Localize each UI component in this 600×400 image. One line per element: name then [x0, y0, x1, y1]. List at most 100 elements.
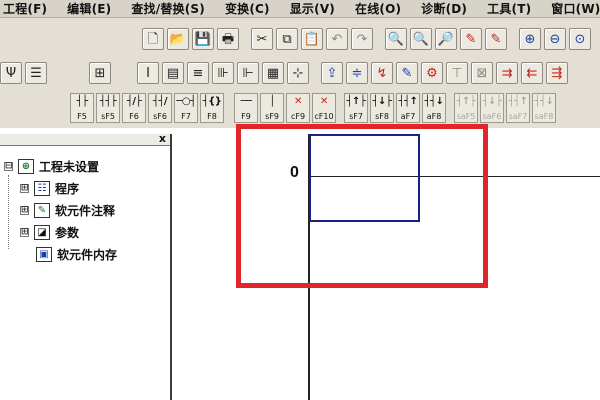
- forced-icon[interactable]: ⊠: [471, 62, 493, 84]
- menu-convert[interactable]: 变换(C): [224, 0, 271, 17]
- close-icon[interactable]: x: [159, 133, 166, 145]
- stop-icon[interactable]: ⇇: [521, 62, 543, 84]
- device-comment-icon: ✎: [34, 202, 50, 218]
- disabled-key-saF5[interactable]: ┤↑├ saF5: [454, 93, 478, 123]
- comment-icon[interactable]: Ⅰ: [137, 62, 159, 84]
- expand-icon[interactable]: ⊞: [20, 183, 29, 193]
- alias-icon[interactable]: ⊩: [237, 62, 259, 84]
- device-memory-icon: ▣: [36, 246, 52, 262]
- collapse-icon[interactable]: ⊟: [4, 161, 13, 171]
- expand-icon[interactable]: ⊞: [20, 227, 29, 237]
- program-toolbar: Ψ ☰ ⊞ Ⅰ ▤ ≡ ⊪ ⊩ ▦ ⊹ ⇪ ≑ ↯ ✎ ⚙ ⊤ ⊠ ⇉ ⇇ ⇶: [0, 58, 580, 88]
- find-step-icon[interactable]: 🔎: [435, 28, 457, 50]
- tree-item-device-memory[interactable]: ▣ 软元件内存: [36, 244, 117, 264]
- tree-item-label: 程序: [55, 181, 80, 196]
- zoom-out-icon[interactable]: ⊖: [544, 28, 566, 50]
- monitor-group: Ⅰ ▤ ≡ ⊪ ⊩ ▦ ⊹: [137, 62, 312, 84]
- step-icon[interactable]: ⊹: [287, 62, 309, 84]
- tree-item-parameter[interactable]: ⊞ ◪ 参数: [20, 222, 79, 242]
- menu-bar: 工程(F) 编辑(E) 查找/替换(S) 变换(C) 显示(V) 在线(O) 诊…: [0, 0, 600, 18]
- zoom-in-icon[interactable]: ⊕: [519, 28, 541, 50]
- standard-toolbar: 🗋 📂 💾 🖶 ✂ ⧉ 📋 ↶ ↷ 🔍 🔍 🔎 ✎ ✎ ⊕ ⊖ ⊙: [142, 24, 600, 54]
- project-tree-icon[interactable]: ⊞: [89, 62, 111, 84]
- menu-find-replace[interactable]: 查找/替换(S): [130, 0, 206, 17]
- ladder-symbol-toolbar: ┤├ F5 ┤┤├ sF5 ┤/├ F6 ┤┤/sF6 ─○┤ F7 ┤{} F8 ── F…: [70, 92, 558, 124]
- find-device-icon[interactable]: 🔍: [385, 28, 407, 50]
- contact-nc-button[interactable]: ┤/├ F6: [122, 93, 146, 123]
- vertical-line-button[interactable]: │ sF9: [260, 93, 284, 123]
- rising-pulse-button[interactable]: ┤↑├ sF7: [344, 93, 368, 123]
- tree-item-program[interactable]: ⊞ ☷ 程序: [20, 178, 79, 198]
- open-icon[interactable]: 📂: [167, 28, 189, 50]
- monitor-start-icon[interactable]: ↯: [371, 62, 393, 84]
- run-icon[interactable]: ⇉: [496, 62, 518, 84]
- find-instruction-icon[interactable]: 🔍: [410, 28, 432, 50]
- menu-window[interactable]: 窗口(W): [550, 0, 600, 17]
- project-pane: x ⊟ ⊕ 工程未设置 ⊞ ☷ 程序 ⊞ ✎ 软元件注释 ⊞ ◪ 参数 ▣ 软元…: [0, 133, 172, 400]
- replace-step-icon[interactable]: ✎: [485, 28, 507, 50]
- coil-button[interactable]: ─○┤ F7: [174, 93, 198, 123]
- menu-view[interactable]: 显示(V): [289, 0, 336, 17]
- horizontal-line-button[interactable]: ── F9: [234, 93, 258, 123]
- tree-item-label: 软元件内存: [57, 247, 118, 262]
- program-icon: ☷: [34, 180, 50, 196]
- entry-monitor-icon[interactable]: ⚙: [421, 62, 443, 84]
- menu-project[interactable]: 工程(F): [2, 0, 48, 17]
- monitor-icon[interactable]: ✎: [396, 62, 418, 84]
- expand-icon[interactable]: ⊞: [20, 205, 29, 215]
- parameter-icon: ◪: [34, 224, 50, 240]
- tree-item-label: 参数: [55, 225, 80, 240]
- highlight-annotation: [236, 124, 488, 288]
- test-icon[interactable]: ⊤: [446, 62, 468, 84]
- parallel-no-button[interactable]: ┤┤├ sF5: [96, 93, 120, 123]
- disabled-key-saF6[interactable]: ┤↓├ saF6: [480, 93, 504, 123]
- paste-icon[interactable]: 📋: [301, 28, 323, 50]
- undo-icon[interactable]: ↶: [326, 28, 348, 50]
- parallel-nc-button[interactable]: ┤┤/sF6: [148, 93, 172, 123]
- parallel-rising-button[interactable]: ┤┤↑ aF7: [396, 93, 420, 123]
- cut-icon[interactable]: ✂: [251, 28, 273, 50]
- tree-root[interactable]: ⊟ ⊕ 工程未设置: [4, 156, 99, 176]
- menu-online[interactable]: 在线(O): [354, 0, 402, 17]
- window-group: ⊞: [89, 62, 114, 84]
- project-icon: ⊕: [18, 158, 34, 174]
- menu-edit[interactable]: 编辑(E): [66, 0, 112, 17]
- new-icon[interactable]: 🗋: [142, 28, 164, 50]
- delete-vertical-button[interactable]: ✕ cF10: [312, 93, 336, 123]
- falling-pulse-button[interactable]: ┤↓├ sF8: [370, 93, 394, 123]
- file-group: 🗋 📂 💾 🖶: [142, 28, 242, 50]
- list-view-icon[interactable]: ☰: [25, 62, 47, 84]
- read-plc-icon[interactable]: ≑: [346, 62, 368, 84]
- replace-icon[interactable]: ✎: [460, 28, 482, 50]
- zoom-group: ⊕ ⊖ ⊙: [519, 28, 594, 50]
- toolbar-area: 🗋 📂 💾 🖶 ✂ ⧉ 📋 ↶ ↷ 🔍 🔍 🔎 ✎ ✎ ⊕ ⊖ ⊙ Ψ ☰ ⊞ …: [0, 18, 600, 128]
- find-group: 🔍 🔍 🔎 ✎ ✎: [385, 28, 510, 50]
- note-icon[interactable]: ⊪: [212, 62, 234, 84]
- disabled-key-saF8[interactable]: ┤┤↓ saF8: [532, 93, 556, 123]
- reset-icon[interactable]: ⇶: [546, 62, 568, 84]
- tree-connector: [8, 175, 9, 249]
- statement-icon[interactable]: ≡: [187, 62, 209, 84]
- device-batch-icon[interactable]: ▤: [162, 62, 184, 84]
- write-plc-icon[interactable]: ⇪: [321, 62, 343, 84]
- save-icon[interactable]: 💾: [192, 28, 214, 50]
- tree-item-device-comment[interactable]: ⊞ ✎ 软元件注释: [20, 200, 115, 220]
- copy-icon[interactable]: ⧉: [276, 28, 298, 50]
- edit-group: ✂ ⧉ 📋 ↶ ↷: [251, 28, 376, 50]
- display-grid-icon[interactable]: ▦: [262, 62, 284, 84]
- menu-tools[interactable]: 工具(T): [486, 0, 532, 17]
- print-icon[interactable]: 🖶: [217, 28, 239, 50]
- tree-item-label: 软元件注释: [55, 203, 116, 218]
- delete-horizontal-button[interactable]: ✕ cF9: [286, 93, 310, 123]
- online-group: ⇪ ≑ ↯ ✎ ⚙ ⊤ ⊠ ⇉ ⇇ ⇶: [321, 62, 571, 84]
- ladder-view-icon[interactable]: Ψ: [0, 62, 22, 84]
- redo-icon[interactable]: ↷: [351, 28, 373, 50]
- zoom-fit-icon[interactable]: ⊙: [569, 28, 591, 50]
- parallel-falling-button[interactable]: ┤┤↓ aF8: [422, 93, 446, 123]
- contact-no-button[interactable]: ┤├ F5: [70, 93, 94, 123]
- ladder-editor[interactable]: 0: [172, 124, 600, 400]
- menu-diagnostics[interactable]: 诊断(D): [420, 0, 468, 17]
- pane-titlebar: x: [0, 133, 170, 146]
- disabled-key-saF7[interactable]: ┤┤↑ saF7: [506, 93, 530, 123]
- instruction-button[interactable]: ┤{} F8: [200, 93, 224, 123]
